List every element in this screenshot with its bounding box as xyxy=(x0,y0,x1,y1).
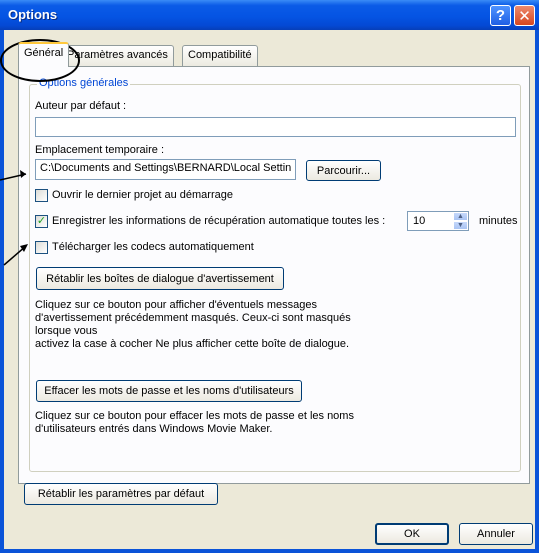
options-window: Options ? ✕ Général Paramètres avancés C… xyxy=(0,0,539,553)
reset-warnings-button[interactable]: Rétablir les boîtes de dialogue d'averti… xyxy=(36,267,284,290)
spin-down-icon[interactable]: ▼ xyxy=(453,221,468,230)
autosave-unit-label: minutes xyxy=(479,215,518,227)
desc-line: Cliquez sur ce bouton pour effacer les m… xyxy=(35,410,354,422)
window-title: Options xyxy=(8,7,58,22)
cancel-button[interactable]: Annuler xyxy=(459,523,533,545)
annotation-arrows xyxy=(0,170,28,266)
desc-line: Cliquez sur ce bouton pour afficher d'év… xyxy=(35,299,317,311)
spin-up-icon[interactable]: ▲ xyxy=(453,212,468,221)
download-codecs-label: Télécharger les codecs automatiquement xyxy=(52,241,254,253)
desc-line: d'utilisateurs entrés dans Windows Movie… xyxy=(35,423,273,435)
clear-passwords-button[interactable]: Effacer les mots de passe et les noms d'… xyxy=(36,380,302,402)
desc-line: lorsque vous xyxy=(35,325,98,337)
author-field[interactable] xyxy=(35,117,516,137)
autosave-interval-spinner[interactable]: 10 ▲ ▼ xyxy=(407,211,469,231)
arrow-head-temp xyxy=(20,170,26,178)
autosave-interval-value: 10 xyxy=(413,215,426,227)
browse-button[interactable]: Parcourir... xyxy=(306,160,381,181)
desc-line: d'avertissement précédemment masqués. Ce… xyxy=(35,312,351,324)
restore-defaults-button[interactable]: Rétablir les paramètres par défaut xyxy=(24,483,218,505)
close-button[interactable]: ✕ xyxy=(514,5,535,26)
help-icon: ? xyxy=(495,7,506,24)
title-bar[interactable]: Options ? ✕ xyxy=(0,0,539,30)
ok-button[interactable]: OK xyxy=(375,523,449,545)
temp-location-field[interactable]: C:\Documents and Settings\BERNARD\Local … xyxy=(35,159,296,180)
help-button[interactable]: ? xyxy=(490,5,511,26)
dialog-client-area: Général Paramètres avancés Compatibilité… xyxy=(4,30,535,549)
tab-compatibility-label: Compatibilité xyxy=(188,49,252,61)
autosave-label: Enregistrer les informations de récupéra… xyxy=(52,215,386,227)
spinner-buttons[interactable]: ▲ ▼ xyxy=(453,212,468,230)
close-icon: ✕ xyxy=(518,7,531,25)
tab-panel-general: Options générales Auteur par défaut : Em… xyxy=(18,66,530,484)
author-label: Auteur par défaut : xyxy=(35,100,127,112)
desc-line: activez la case à cocher Ne plus affiche… xyxy=(35,338,350,350)
temp-location-label: Emplacement temporaire : xyxy=(35,144,164,156)
tab-advanced-label: Paramètres avancés xyxy=(67,49,168,61)
tab-general[interactable]: Général xyxy=(18,42,70,67)
reset-warnings-description: Cliquez sur ce bouton pour afficher d'év… xyxy=(35,299,351,351)
clear-passwords-description: Cliquez sur ce bouton pour effacer les m… xyxy=(35,410,354,436)
tab-general-label: Général xyxy=(24,47,64,59)
open-last-project-label: Ouvrir le dernier projet au démarrage xyxy=(52,189,233,201)
tab-compatibility[interactable]: Compatibilité xyxy=(182,45,258,66)
